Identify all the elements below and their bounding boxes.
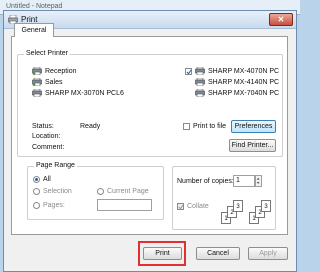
current-page-label: Current Page xyxy=(107,188,149,195)
selection-label: Selection xyxy=(43,188,72,195)
current-page-radio[interactable] xyxy=(97,188,104,195)
printer-name: SHARP MX-3070N PCL6 xyxy=(45,89,124,97)
printer-icon xyxy=(195,67,205,75)
pages-input[interactable] xyxy=(97,199,152,211)
printer-item[interactable]: SHARP MX-3070N PCL6 xyxy=(32,89,124,97)
printer-name: Sales xyxy=(45,78,63,86)
print-button-highlight xyxy=(138,241,186,266)
printer-icon xyxy=(195,89,205,97)
cancel-button[interactable]: Cancel xyxy=(196,247,240,260)
printer-list[interactable]: Reception Sales SHARP MX-3070N PCL6 SHAR… xyxy=(22,60,279,110)
print-to-file-label: Print to file xyxy=(193,123,227,130)
printer-name: Reception xyxy=(45,67,77,75)
printer-item[interactable]: Reception xyxy=(32,67,77,75)
printer-item-selected[interactable]: SHARP MX-4070N PC xyxy=(185,67,279,75)
printer-icon xyxy=(32,67,42,75)
close-button[interactable]: ✕ xyxy=(269,13,293,26)
selection-radio[interactable] xyxy=(33,188,40,195)
copies-spinner[interactable] xyxy=(255,175,262,187)
number-of-copies-label: Number of copies: xyxy=(177,178,234,185)
page-range-label: Page Range xyxy=(34,162,77,169)
select-printer-label: Select Printer xyxy=(24,50,71,57)
copies-value: 1 xyxy=(236,177,240,184)
status-label: Status: xyxy=(32,123,54,130)
pages-radio[interactable] xyxy=(33,202,40,209)
page-3-icon: 3 xyxy=(261,200,271,212)
page-3-icon: 3 xyxy=(233,200,243,212)
spinner-arrows-icon xyxy=(256,177,260,184)
copies-input[interactable]: 1 xyxy=(233,175,255,187)
printer-icon xyxy=(32,89,42,97)
collate-checkbox[interactable] xyxy=(177,203,184,210)
printer-name: SHARP MX-7040N PC xyxy=(208,89,280,97)
collate-label: Collate xyxy=(187,203,209,210)
printer-icon xyxy=(32,78,42,86)
print-to-file-checkbox[interactable] xyxy=(183,123,190,130)
pages-label: Pages: xyxy=(43,202,65,209)
all-pages-radio[interactable] xyxy=(33,176,40,183)
all-pages-label: All xyxy=(43,176,51,183)
printer-item[interactable]: SHARP MX-4140N PC xyxy=(195,78,279,86)
printer-name: SHARP MX-4070N PC xyxy=(208,67,280,75)
find-printer-button[interactable]: Find Printer... xyxy=(229,139,276,152)
check-icon xyxy=(178,204,184,210)
location-label: Location: xyxy=(32,133,61,140)
apply-button[interactable]: Apply xyxy=(248,247,288,260)
printer-item[interactable]: SHARP MX-7040N PC xyxy=(195,89,279,97)
comment-label: Comment: xyxy=(32,144,65,151)
status-value: Ready xyxy=(80,123,101,130)
printer-item[interactable]: Sales xyxy=(32,78,63,86)
preferences-button[interactable]: Preferences xyxy=(231,120,276,133)
printer-name: SHARP MX-4140N PC xyxy=(208,78,280,86)
printer-icon xyxy=(195,78,205,86)
background-window-title: Untitled - Notepad xyxy=(6,3,63,10)
tab-general[interactable]: General xyxy=(14,23,54,37)
default-printer-check-icon xyxy=(185,67,192,75)
